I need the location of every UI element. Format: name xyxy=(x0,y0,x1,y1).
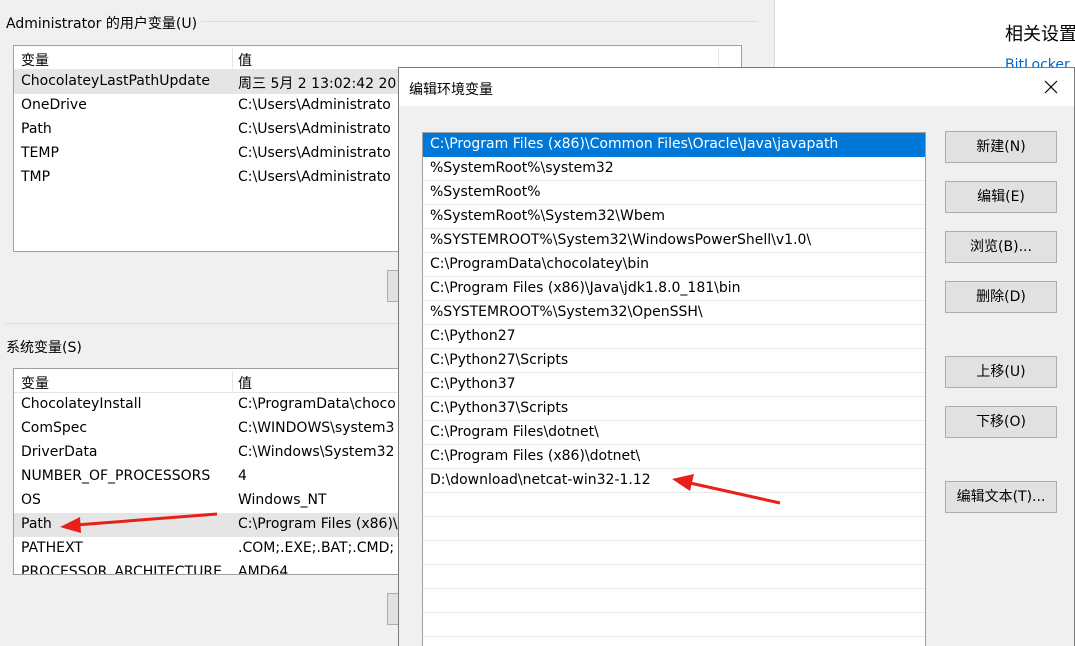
annotation-arrows xyxy=(60,474,781,533)
arrow-to-netcat-entry xyxy=(672,474,781,505)
arrow-to-system-path xyxy=(60,512,218,533)
